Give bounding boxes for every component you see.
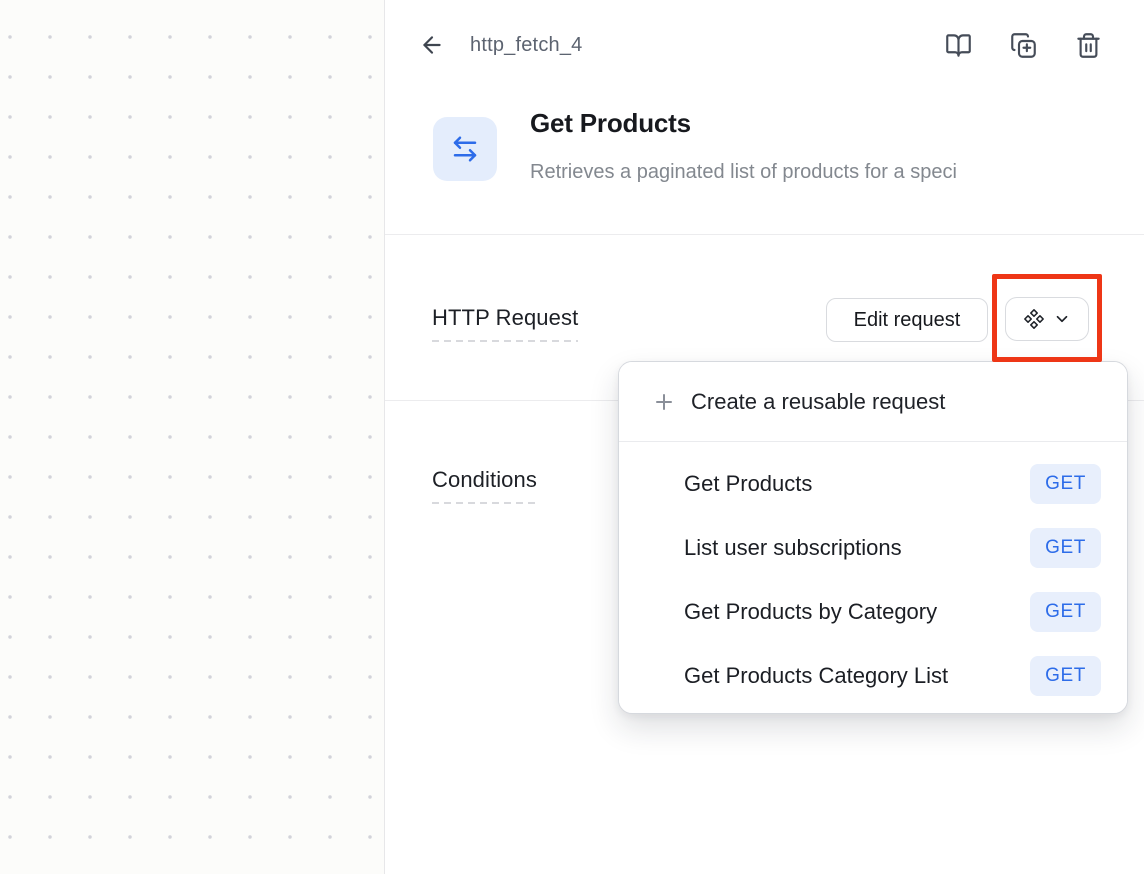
reusable-request-item[interactable]: Get Products Category List GET xyxy=(619,644,1127,708)
http-request-label: HTTP Request xyxy=(432,305,578,342)
node-details-panel: http_fetch_4 Get xyxy=(385,0,1144,874)
delete-button[interactable] xyxy=(1074,31,1102,59)
header-actions xyxy=(944,31,1102,59)
reusable-request-item-label: Get Products xyxy=(684,471,812,497)
http-method-badge: GET xyxy=(1030,656,1101,696)
reusable-request-list: Get Products GET List user subscriptions… xyxy=(619,442,1127,708)
copy-plus-icon xyxy=(1010,32,1037,59)
node-description: Retrieves a paginated list of products f… xyxy=(530,161,1136,184)
book-open-icon xyxy=(945,32,972,59)
component-icon xyxy=(1023,308,1045,330)
chevron-down-icon xyxy=(1053,310,1071,328)
http-method-badge: GET xyxy=(1030,464,1101,504)
edit-request-button[interactable]: Edit request xyxy=(826,298,988,342)
app-window: http_fetch_4 Get xyxy=(0,0,1144,874)
reusable-request-dropdown-menu: Create a reusable request Get Products G… xyxy=(618,361,1128,714)
conditions-label: Conditions xyxy=(432,467,537,504)
http-request-section-label: HTTP Request xyxy=(432,305,578,342)
plus-icon xyxy=(652,390,676,414)
trash-icon xyxy=(1075,32,1102,59)
reusable-request-item-label: Get Products by Category xyxy=(684,599,937,625)
node-type-icon-box xyxy=(433,117,497,181)
arrow-left-icon xyxy=(419,32,445,58)
duplicate-button[interactable] xyxy=(1009,31,1037,59)
reusable-request-item[interactable]: Get Products by Category GET xyxy=(619,580,1127,644)
reusable-request-dropdown-button[interactable] xyxy=(1005,297,1089,341)
reusable-request-item[interactable]: Get Products GET xyxy=(619,452,1127,516)
reusable-request-item-label: List user subscriptions xyxy=(684,535,902,561)
workflow-canvas[interactable] xyxy=(0,0,385,874)
section-divider xyxy=(385,234,1144,235)
create-reusable-request-item[interactable]: Create a reusable request xyxy=(619,362,1127,442)
back-button[interactable] xyxy=(418,31,446,59)
conditions-section-label: Conditions xyxy=(432,467,537,504)
node-id-title: http_fetch_4 xyxy=(470,34,583,57)
arrow-left-right-icon xyxy=(450,134,480,164)
http-method-badge: GET xyxy=(1030,592,1101,632)
node-title: Get Products xyxy=(530,108,691,139)
http-method-badge: GET xyxy=(1030,528,1101,568)
create-reusable-request-label: Create a reusable request xyxy=(691,389,945,415)
reusable-request-item[interactable]: List user subscriptions GET xyxy=(619,516,1127,580)
reusable-request-item-label: Get Products Category List xyxy=(684,663,948,689)
docs-button[interactable] xyxy=(944,31,972,59)
